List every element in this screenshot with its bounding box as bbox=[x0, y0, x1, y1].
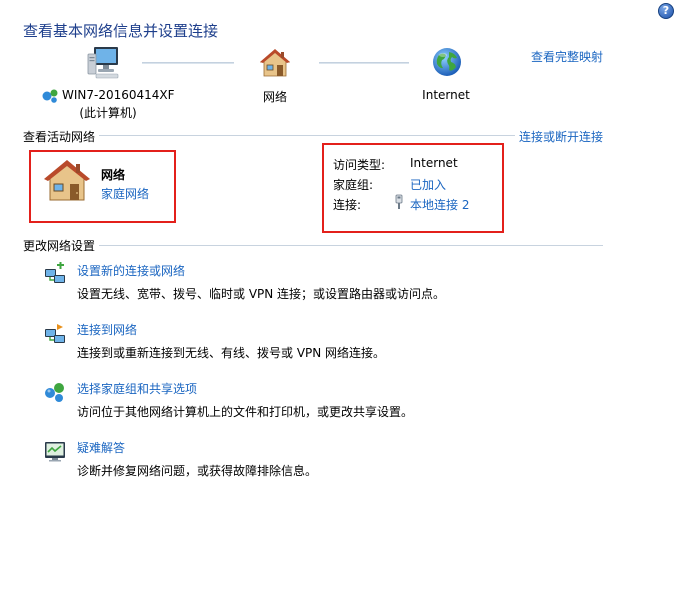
internet-map-label: Internet bbox=[422, 88, 470, 102]
homegroup-sharing-link[interactable]: 选择家庭组和共享选项 bbox=[77, 380, 197, 397]
page-title: 查看基本网络信息并设置连接 bbox=[23, 22, 219, 40]
troubleshoot-link[interactable]: 疑难解答 bbox=[77, 439, 125, 456]
computer-sub-label: (此计算机) bbox=[79, 106, 137, 120]
map-line-network-internet bbox=[319, 62, 409, 64]
internet-globe-icon[interactable] bbox=[431, 46, 463, 78]
home-network-icon[interactable] bbox=[259, 47, 291, 79]
local-connection-link[interactable]: 本地连接 2 bbox=[410, 196, 469, 213]
ethernet-plug-icon bbox=[394, 194, 404, 210]
connect-network-icon[interactable] bbox=[44, 322, 66, 344]
change-settings-divider bbox=[23, 245, 603, 246]
homegroup-label: 家庭组: bbox=[333, 178, 374, 192]
change-settings-heading: 更改网络设置 bbox=[23, 237, 100, 254]
homegroup-sharing-desc: 访问位于其他网络计算机上的文件和打印机，或更改共享设置。 bbox=[77, 405, 414, 419]
new-connection-icon[interactable] bbox=[44, 262, 66, 284]
connect-disconnect-link[interactable]: 连接或断开连接 bbox=[515, 128, 604, 145]
connect-to-network-desc: 连接到或重新连接到无线、有线、拨号或 VPN 网络连接。 bbox=[77, 346, 386, 360]
setup-new-connection-desc: 设置无线、宽带、拨号、临时或 VPN 连接；或设置路由器或访问点。 bbox=[77, 287, 446, 301]
map-line-computer-network bbox=[142, 62, 234, 64]
access-type-value: Internet bbox=[410, 156, 458, 170]
computer-name-label: WIN7-20160414XF bbox=[62, 88, 175, 102]
setup-new-connection-link[interactable]: 设置新的连接或网络 bbox=[77, 262, 185, 279]
network-adapter-icon bbox=[42, 89, 58, 103]
active-network-name: 网络 bbox=[101, 168, 126, 182]
active-network-house-icon[interactable] bbox=[42, 158, 92, 204]
homegroup-link[interactable]: 已加入 bbox=[410, 176, 446, 193]
connect-to-network-link[interactable]: 连接到网络 bbox=[77, 321, 137, 338]
troubleshoot-icon[interactable] bbox=[44, 440, 66, 462]
view-full-map-link[interactable]: 查看完整映射 bbox=[531, 48, 603, 65]
help-icon[interactable]: ? bbox=[658, 3, 674, 19]
network-map-label: 网络 bbox=[262, 90, 287, 104]
connection-label: 连接: bbox=[333, 198, 362, 212]
homegroup-icon[interactable] bbox=[44, 381, 66, 403]
troubleshoot-desc: 诊断并修复网络问题，或获得故障排除信息。 bbox=[77, 464, 318, 478]
active-networks-heading: 查看活动网络 bbox=[23, 128, 100, 145]
computer-icon[interactable] bbox=[86, 44, 122, 80]
network-type-link[interactable]: 家庭网络 bbox=[101, 185, 149, 202]
access-type-label: 访问类型: bbox=[333, 158, 386, 172]
